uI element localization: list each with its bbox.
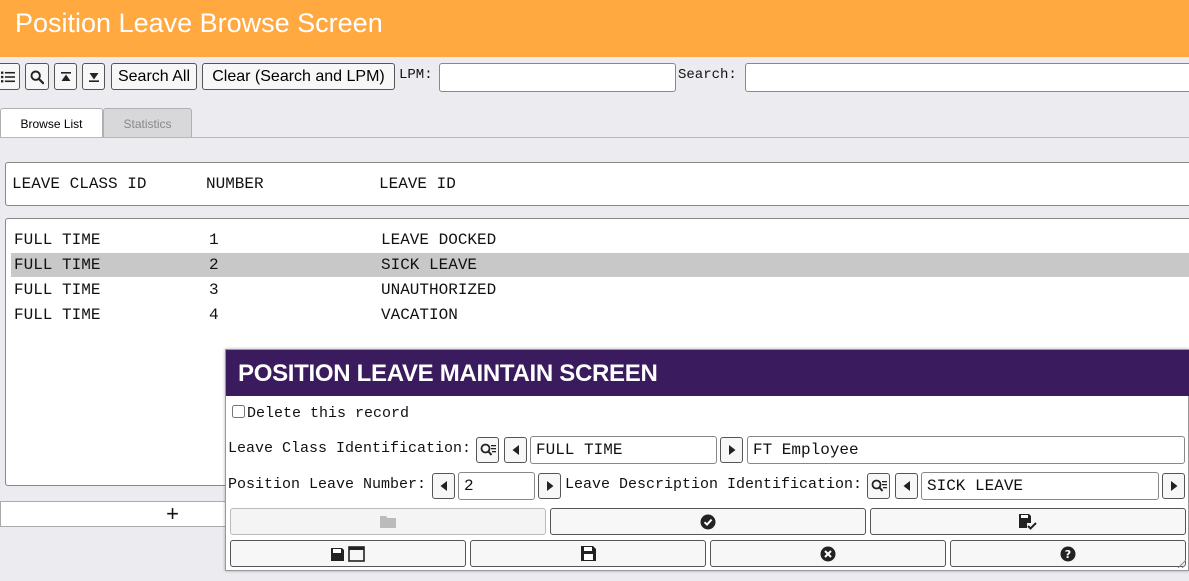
leave-description-lookup-button[interactable]	[867, 473, 890, 499]
save-check-icon	[1019, 513, 1037, 530]
clear-search-lpm-button[interactable]: Clear (Search and LPM)	[202, 63, 395, 90]
cell-number: 1	[209, 231, 219, 249]
close-circle-icon	[820, 546, 836, 561]
dialog-title-bar[interactable]: POSITION LEAVE MAINTAIN SCREEN	[226, 350, 1189, 396]
position-leave-number-field[interactable]: 2	[458, 472, 535, 500]
cell-leave-id: VACATION	[381, 306, 458, 324]
delete-record-label: Delete this record	[247, 405, 410, 422]
save-button[interactable]	[470, 540, 706, 567]
lpm-label: LPM:	[399, 67, 433, 83]
check-circle-icon	[700, 514, 716, 529]
leave-description-field[interactable]: SICK LEAVE	[921, 472, 1159, 500]
search-input[interactable]	[745, 63, 1189, 92]
caret-right-icon	[546, 481, 553, 491]
next-record-button[interactable]	[82, 63, 105, 90]
lpm-input[interactable]	[439, 63, 676, 92]
list-icon	[1, 71, 15, 82]
plus-icon: +	[166, 501, 179, 526]
leave-class-label: Leave Class Identification:	[228, 440, 472, 457]
search-button[interactable]	[25, 63, 49, 90]
cancel-button[interactable]	[710, 540, 946, 567]
confirm-button[interactable]	[550, 508, 866, 535]
browse-header: LEAVE CLASS ID NUMBER LEAVE ID	[5, 162, 1189, 206]
caret-left-icon	[512, 445, 519, 455]
number-prev-button[interactable]	[432, 473, 455, 499]
save-icon	[580, 546, 596, 561]
svg-text:?: ?	[1065, 548, 1071, 561]
leave-class-lookup-button[interactable]	[476, 437, 499, 463]
save-new-window-icon	[331, 545, 365, 562]
tab-divider	[0, 137, 1189, 138]
leave-description-next-button[interactable]	[1162, 473, 1185, 499]
tab-statistics[interactable]: Statistics	[103, 108, 192, 138]
cell-leave-class-id: FULL TIME	[14, 231, 101, 249]
cell-leave-id: LEAVE DOCKED	[381, 231, 497, 249]
caret-left-icon	[903, 481, 910, 491]
dialog-title: POSITION LEAVE MAINTAIN SCREEN	[238, 360, 658, 387]
cell-leave-class-id: FULL TIME	[14, 256, 101, 274]
search-all-button[interactable]: Search All	[111, 63, 197, 90]
leave-class-next-button[interactable]	[720, 437, 743, 463]
caret-right-icon	[728, 445, 735, 455]
table-row[interactable]: FULL TIME 4 VACATION	[11, 303, 1189, 327]
cell-leave-id: SICK LEAVE	[381, 256, 478, 274]
column-header-number[interactable]: NUMBER	[206, 175, 264, 193]
table-row[interactable]: FULL TIME 3 UNAUTHORIZED	[11, 278, 1189, 302]
resize-handle-icon[interactable]	[1176, 558, 1186, 568]
leave-description-prev-button[interactable]	[895, 473, 918, 499]
delete-record-checkbox[interactable]	[232, 405, 245, 418]
leave-class-description-field: FT Employee	[747, 436, 1185, 464]
lookup-icon	[871, 479, 887, 492]
table-row[interactable]: FULL TIME 1 LEAVE DOCKED	[11, 228, 1189, 252]
caret-left-icon	[440, 481, 447, 491]
previous-record-button[interactable]	[54, 63, 77, 90]
page-title: Position Leave Browse Screen	[15, 8, 383, 38]
lookup-icon	[480, 443, 496, 456]
column-header-leave-id[interactable]: LEAVE ID	[379, 175, 456, 193]
save-and-check-button[interactable]	[870, 508, 1186, 535]
cell-number: 3	[209, 281, 219, 299]
column-header-leave-class-id[interactable]: LEAVE CLASS ID	[12, 175, 146, 193]
number-next-button[interactable]	[538, 473, 561, 499]
maintain-dialog: POSITION LEAVE MAINTAIN SCREEN Delete th…	[225, 349, 1189, 571]
tab-browse-list[interactable]: Browse List	[0, 108, 103, 138]
leave-class-field[interactable]: FULL TIME	[530, 436, 717, 464]
save-and-new-window-button[interactable]	[230, 540, 466, 567]
magnifier-icon	[30, 70, 44, 84]
title-bar: Position Leave Browse Screen	[0, 0, 1189, 57]
folder-icon	[380, 516, 396, 528]
arrow-down-icon	[88, 72, 99, 82]
position-leave-number-label: Position Leave Number:	[228, 476, 427, 493]
table-row-selected[interactable]: FULL TIME 2 SICK LEAVE	[11, 253, 1189, 277]
open-button[interactable]	[230, 508, 546, 535]
help-circle-icon: ?	[1060, 546, 1076, 561]
cell-leave-id: UNAUTHORIZED	[381, 281, 497, 299]
cell-leave-class-id: FULL TIME	[14, 281, 101, 299]
leave-description-label: Leave Description Identification:	[565, 476, 863, 493]
caret-right-icon	[1170, 481, 1177, 491]
arrow-up-icon	[60, 71, 71, 81]
list-button[interactable]	[0, 63, 20, 90]
search-label: Search:	[678, 67, 737, 83]
leave-class-prev-button[interactable]	[504, 437, 527, 463]
help-button[interactable]: ?	[950, 540, 1186, 567]
cell-leave-class-id: FULL TIME	[14, 306, 101, 324]
cell-number: 2	[209, 256, 219, 274]
cell-number: 4	[209, 306, 219, 324]
